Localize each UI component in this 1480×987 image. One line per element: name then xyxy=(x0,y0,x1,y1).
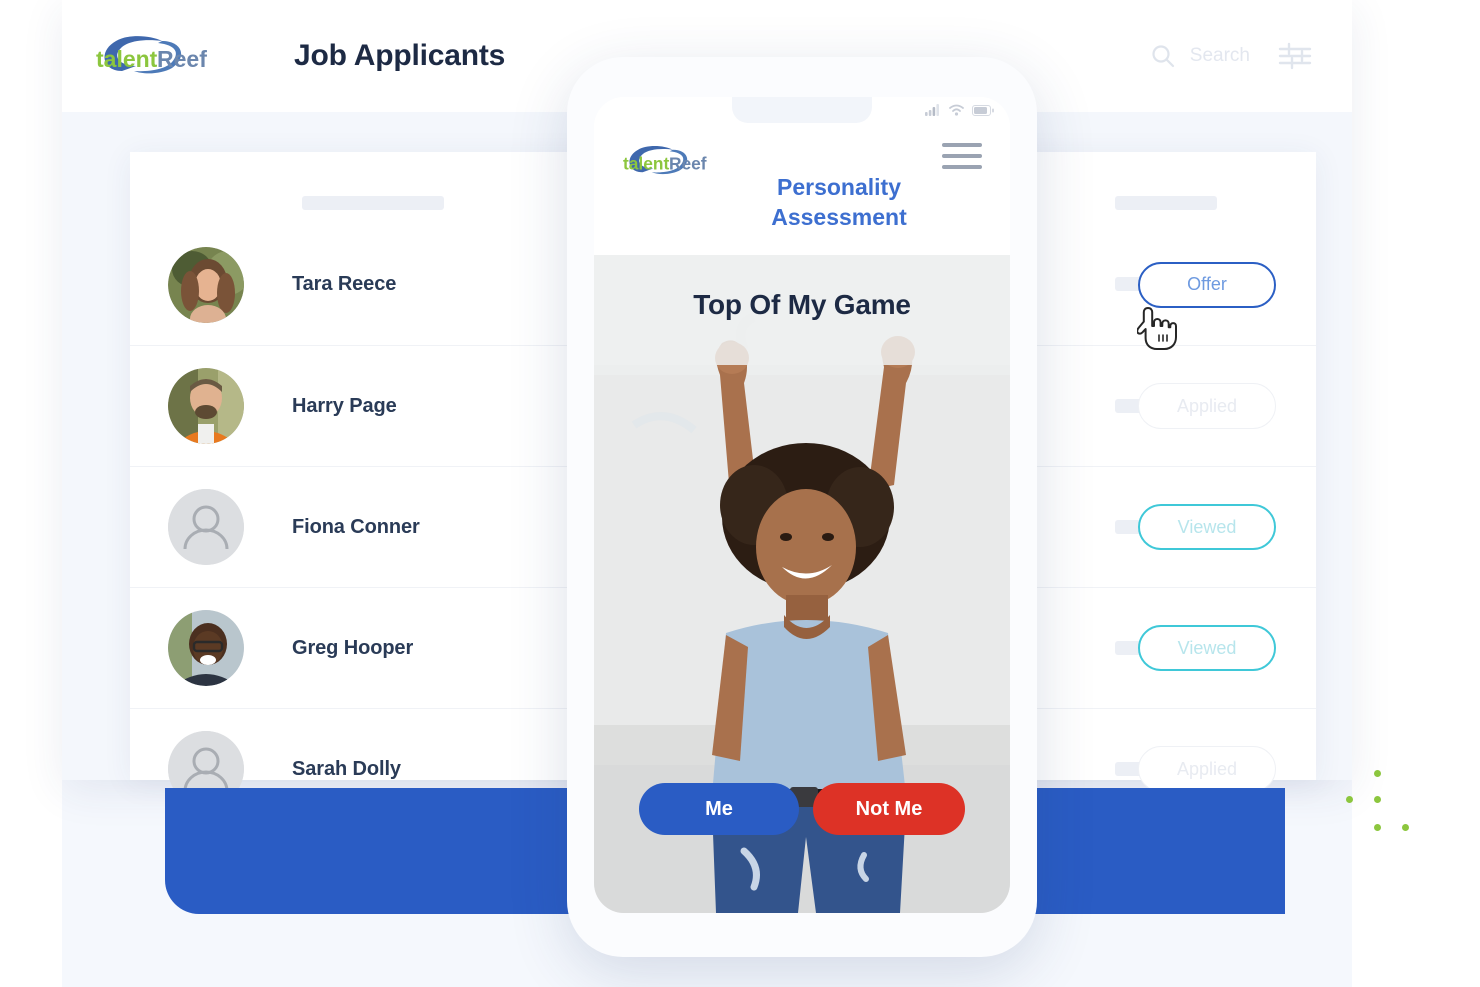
status-badge[interactable]: Viewed xyxy=(1138,504,1276,550)
decor-dot xyxy=(1346,796,1353,803)
avatar xyxy=(168,368,244,444)
phone-notch xyxy=(732,97,872,123)
svg-text:Reef: Reef xyxy=(669,153,707,173)
answer-me-button[interactable]: Me xyxy=(639,783,799,835)
page-title: Job Applicants xyxy=(294,39,506,72)
avatar xyxy=(168,246,244,323)
phone-screen: talent Reef Personality Assessment Top O… xyxy=(594,97,1010,913)
assessment-answer-buttons: Me Not Me xyxy=(594,783,1010,835)
status-cell: Applied xyxy=(1138,383,1276,429)
status-cell: Applied xyxy=(1138,746,1276,792)
decor-dot xyxy=(1402,824,1409,831)
phone-mockup: talent Reef Personality Assessment Top O… xyxy=(567,57,1037,957)
header-actions: Search xyxy=(1150,41,1312,71)
status-badge[interactable]: Viewed xyxy=(1138,625,1276,671)
svg-text:Reef: Reef xyxy=(157,46,207,72)
status-badge[interactable]: Applied xyxy=(1138,383,1276,429)
search-input[interactable]: Search xyxy=(1150,43,1250,69)
search-placeholder-text: Search xyxy=(1189,45,1250,66)
applicant-name: Harry Page xyxy=(292,394,397,417)
hand-pointer-cursor xyxy=(1136,305,1177,356)
status-cell: Offer xyxy=(1138,261,1276,308)
column-header-skeleton-status xyxy=(1115,196,1217,210)
applicant-name: Fiona Conner xyxy=(292,515,420,538)
assessment-card-body: Top Of My Game Me Not Me xyxy=(594,255,1010,913)
svg-text:talent: talent xyxy=(623,153,669,173)
hamburger-menu-icon[interactable] xyxy=(942,143,982,169)
decor-dot xyxy=(1374,824,1381,831)
avatar xyxy=(168,610,244,686)
assessment-title: Personality Assessment xyxy=(724,173,954,233)
applicant-name: Sarah Dolly xyxy=(292,757,401,780)
decor-dot xyxy=(1374,770,1381,777)
cellular-signal-icon xyxy=(925,103,941,121)
decor-dot xyxy=(1374,796,1381,803)
status-cell: Viewed xyxy=(1138,625,1276,671)
phone-status-bar xyxy=(925,104,994,120)
column-header-skeleton-name xyxy=(302,196,444,210)
assessment-question: Top Of My Game xyxy=(693,289,911,320)
applicant-name: Tara Reece xyxy=(292,273,397,295)
applicant-name: Greg Hooper xyxy=(292,636,414,659)
talentreef-logo: talent Reef xyxy=(92,27,214,85)
status-badge[interactable]: Applied xyxy=(1138,746,1276,792)
assessment-title-line1: Personality xyxy=(777,174,901,200)
answer-not-me-button[interactable]: Not Me xyxy=(813,783,965,835)
filter-sliders-icon[interactable] xyxy=(1278,41,1312,71)
status-cell: Viewed xyxy=(1138,504,1276,550)
assessment-title-line2: Assessment xyxy=(771,203,907,230)
status-badge[interactable]: Offer xyxy=(1138,261,1276,308)
dot-pattern-decoration xyxy=(1344,766,1414,856)
battery-icon xyxy=(972,103,994,121)
svg-text:talent: talent xyxy=(96,46,158,72)
avatar xyxy=(168,489,244,565)
search-icon xyxy=(1150,43,1176,69)
screenshot-root: talent Reef Job Applicants Search Tara R… xyxy=(0,0,1480,987)
talentreef-logo-mobile: talent Reef xyxy=(620,139,712,183)
wifi-icon xyxy=(949,103,964,121)
